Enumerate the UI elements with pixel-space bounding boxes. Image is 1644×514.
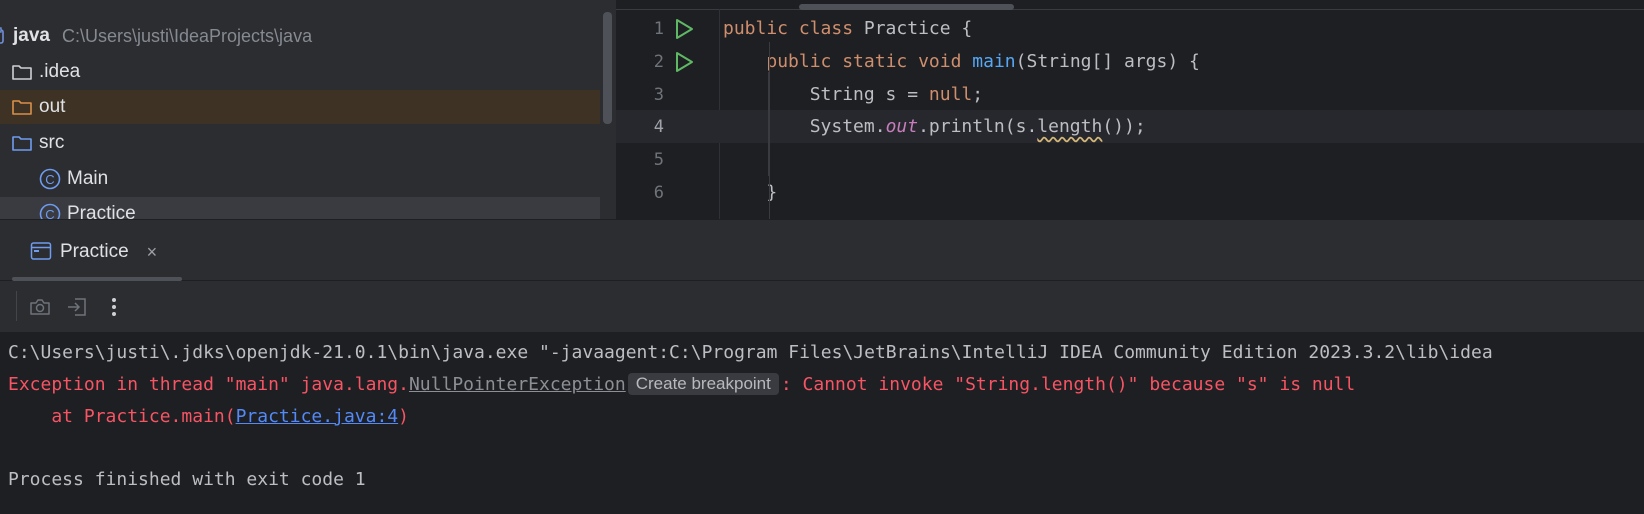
class-icon: C [38, 202, 62, 219]
code-text: String s = null; [723, 84, 983, 105]
editor-top-border [616, 9, 1644, 10]
code-token: .println(s. [918, 116, 1038, 137]
tab-label: Practice [60, 241, 129, 262]
code-token: Practice { [853, 18, 973, 39]
exception-message: : Cannot invoke "String.length()" becaus… [780, 373, 1356, 395]
more-vertical-icon[interactable] [101, 294, 127, 320]
close-icon[interactable]: × [147, 242, 158, 263]
code-token: (String[] args) { [1015, 51, 1200, 72]
code-line-4[interactable]: 4 System.out.println(s.length()); [616, 110, 1644, 143]
exception-prefix: Exception in thread "main" java.lang. [8, 373, 409, 395]
tree-item-label: src [39, 132, 65, 153]
tree-item-label: .idea [39, 61, 81, 82]
console-line-exit: Process finished with exit code 1 [8, 464, 366, 494]
editor-horizontal-scrollbar[interactable] [799, 4, 1014, 10]
keyword-token: public static void [766, 51, 962, 72]
code-editor[interactable]: 1 public class Practice { 2 public stati… [616, 0, 1644, 219]
console-line-stacktrace: at Practice.main(Practice.java:4) [8, 401, 409, 431]
project-root-name: java [13, 25, 50, 46]
console-line-exception: Exception in thread "main" java.lang. Nul… [8, 369, 1355, 399]
project-scrollbar[interactable] [603, 12, 612, 124]
folder-icon [10, 60, 34, 84]
code-line-2[interactable]: 2 public static void main(String[] args)… [616, 45, 1644, 78]
tree-item-label: Practice [67, 203, 136, 219]
code-line-6[interactable]: 6 } [616, 176, 1644, 209]
code-line-5[interactable]: 5 [616, 143, 1644, 176]
svg-text:C: C [45, 172, 54, 187]
svg-text:C: C [45, 207, 54, 219]
stack-frame-suffix: ) [398, 405, 409, 427]
tree-item-src[interactable]: src [0, 126, 600, 160]
folder-blue-icon [10, 131, 34, 155]
console-line-command: C:\Users\justi\.jdks\openjdk-21.0.1\bin\… [8, 337, 1493, 367]
tree-item-practice[interactable]: C Practice [0, 197, 600, 219]
warning-token: length [1037, 116, 1103, 137]
create-breakpoint-button[interactable]: Create breakpoint [627, 373, 779, 395]
exit-message: Process finished with exit code 1 [8, 468, 366, 490]
keyword-token: null [928, 84, 973, 105]
folder-orange-icon [10, 95, 34, 119]
tree-item-root[interactable]: java C:\Users\justi\IdeaProjects\java [0, 19, 600, 53]
tree-item-label: Main [67, 168, 109, 189]
run-main-icon[interactable] [672, 50, 696, 74]
project-tool-window: java C:\Users\justi\IdeaProjects\java .i… [0, 0, 616, 219]
keyword-token: public class [723, 18, 854, 39]
code-token: } [766, 182, 778, 203]
code-text: System.out.println(s.length()); [723, 116, 1146, 137]
line-number: 4 [653, 116, 664, 137]
class-icon: C [38, 167, 62, 191]
code-token: System. [809, 116, 886, 137]
source-location-link[interactable]: Practice.java:4 [236, 406, 399, 427]
code-text: public class Practice { [723, 18, 972, 39]
exception-class-link[interactable]: NullPointerException [409, 374, 626, 395]
code-line-1[interactable]: 1 public class Practice { [616, 12, 1644, 45]
module-icon [0, 24, 8, 48]
tree-item-label: out [39, 96, 66, 117]
stack-frame-prefix: at Practice.main( [8, 405, 236, 427]
static-field-token: out [885, 116, 919, 137]
function-token: main [972, 51, 1016, 72]
line-number: 6 [653, 182, 664, 203]
toolbar-separator [16, 291, 17, 321]
code-line-3[interactable]: 3 String s = null; [616, 78, 1644, 111]
line-number: 2 [653, 51, 664, 72]
console-output[interactable]: C:\Users\justi\.jdks\openjdk-21.0.1\bin\… [0, 333, 1644, 514]
line-number: 5 [653, 149, 664, 170]
camera-icon[interactable] [27, 294, 53, 320]
code-text: public static void main(String[] args) { [723, 51, 1200, 72]
run-tool-window-header: Practice × [0, 219, 1644, 281]
code-token: ; [972, 84, 984, 105]
run-toolbar [0, 281, 1644, 333]
code-token: String s = [809, 84, 929, 105]
code-token: ()); [1102, 116, 1146, 137]
tree-item-out[interactable]: out [0, 90, 600, 124]
line-number: 3 [653, 84, 664, 105]
tree-item-idea[interactable]: .idea [0, 55, 600, 89]
run-class-icon[interactable] [672, 17, 696, 41]
command-text: C:\Users\justi\.jdks\openjdk-21.0.1\bin\… [8, 341, 1493, 363]
line-number: 1 [653, 18, 664, 39]
project-root-path: C:\Users\justi\IdeaProjects\java [61, 25, 313, 46]
exit-icon[interactable] [64, 294, 90, 320]
console-icon [30, 241, 52, 263]
indent-guide [769, 72, 770, 176]
tree-item-main[interactable]: C Main [0, 162, 600, 196]
tab-practice[interactable]: Practice × [30, 237, 157, 267]
